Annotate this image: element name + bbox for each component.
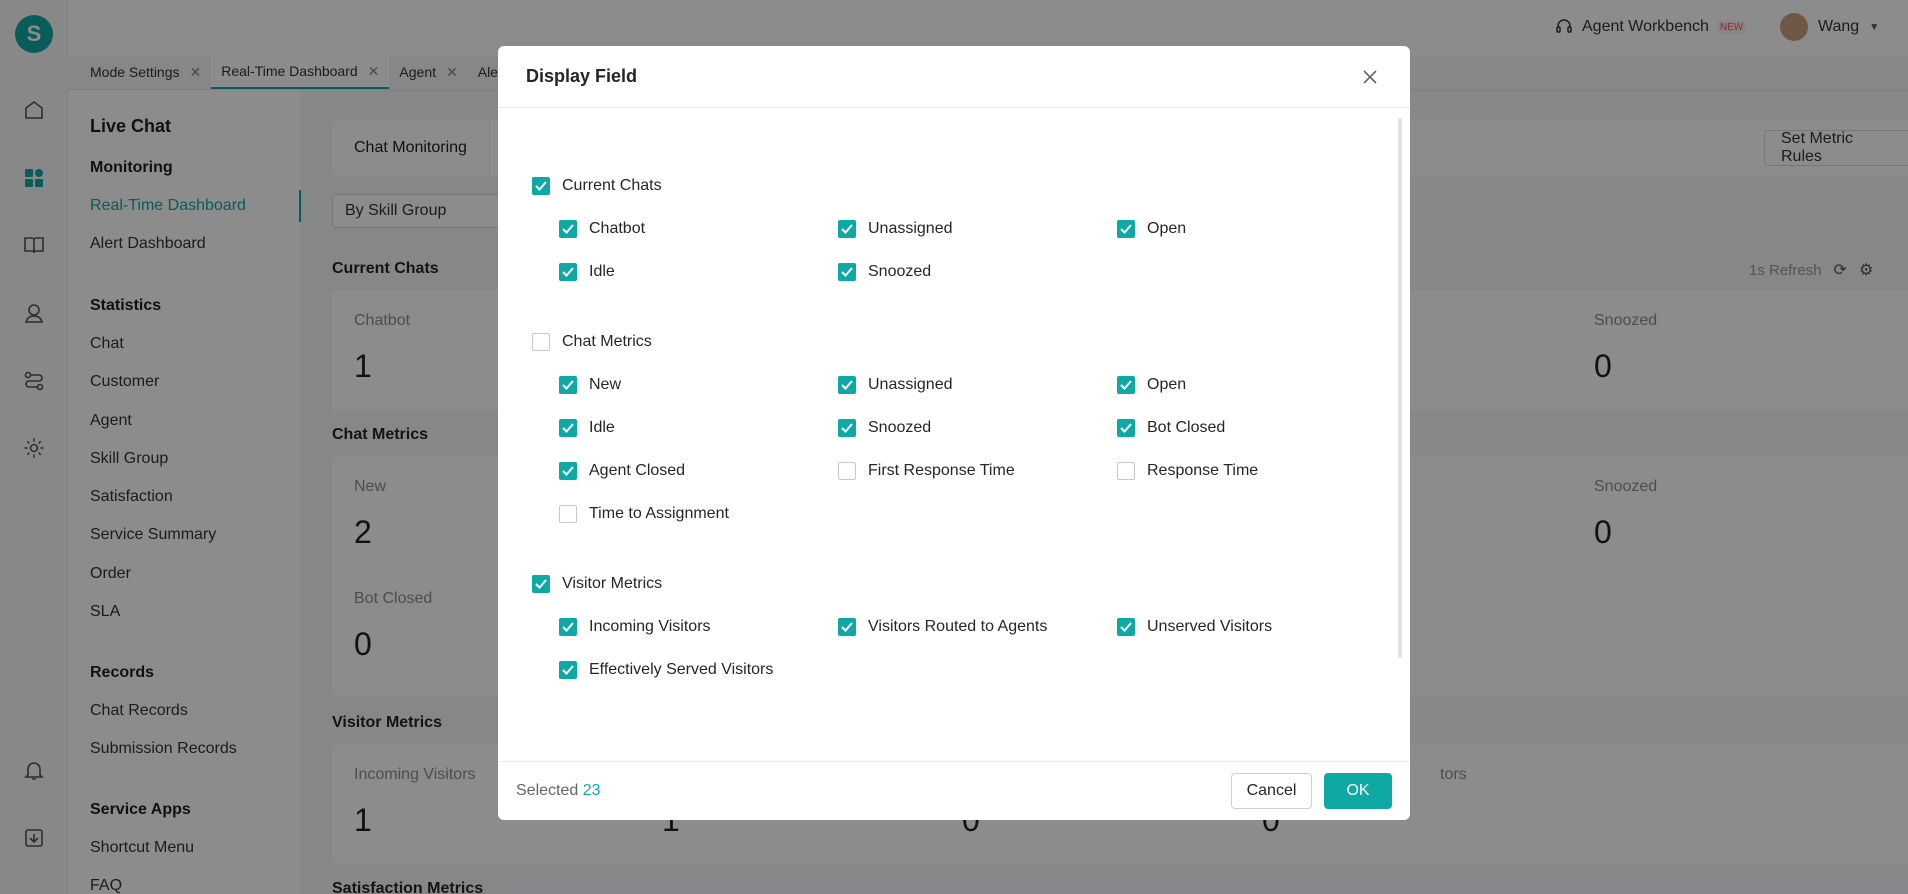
checkbox-label: Open — [1147, 376, 1187, 393]
checkbox-checked-icon[interactable] — [838, 220, 856, 238]
group-checkbox[interactable]: Visitor Metrics — [532, 575, 662, 593]
checkbox-checked-icon[interactable] — [838, 419, 856, 437]
checkbox-checked-icon[interactable] — [559, 462, 577, 480]
dialog-footer: Selected 23 Cancel OK — [498, 761, 1410, 820]
checkbox-label: Incoming Visitors — [589, 618, 711, 635]
dialog-body: Current Chats Chatbot Unassigned Open Idle Sn… — [498, 108, 1410, 730]
checkbox-label: Unassigned — [868, 376, 953, 393]
field-checkbox[interactable]: Effectively Served Visitors — [559, 661, 773, 679]
field-checkbox[interactable]: Snoozed — [838, 263, 931, 281]
field-checkbox[interactable]: Idle — [559, 263, 615, 281]
checkbox-checked-icon[interactable] — [559, 263, 577, 281]
checkbox-checked-icon[interactable] — [559, 661, 577, 679]
checkbox-checked-icon[interactable] — [838, 618, 856, 636]
ok-button[interactable]: OK — [1324, 773, 1392, 809]
field-checkbox[interactable]: First Response Time — [838, 462, 1015, 480]
field-checkbox[interactable]: Bot Closed — [1117, 419, 1225, 437]
checkbox-label: Time to Assignment — [589, 505, 729, 522]
checkbox-label: Response Time — [1147, 462, 1259, 479]
field-checkbox[interactable]: Unassigned — [838, 376, 953, 394]
field-checkbox[interactable]: Snoozed — [838, 419, 931, 437]
field-checkbox[interactable]: Agent Closed — [559, 462, 685, 480]
checkbox-label: First Response Time — [868, 462, 1015, 479]
checkbox-unchecked-icon[interactable] — [532, 333, 550, 351]
checkbox-label: Chatbot — [589, 220, 646, 237]
checkbox-label: Bot Closed — [1147, 419, 1226, 436]
checkbox-checked-icon[interactable] — [1117, 618, 1135, 636]
dialog-scrollbar[interactable] — [1398, 118, 1402, 658]
group-checkbox[interactable]: Current Chats — [532, 177, 662, 195]
checkbox-checked-icon[interactable] — [532, 177, 550, 195]
checkbox-unchecked-icon[interactable] — [838, 462, 856, 480]
checkbox-checked-icon[interactable] — [838, 376, 856, 394]
checkbox-label: Snoozed — [868, 263, 932, 280]
checkbox-checked-icon[interactable] — [838, 263, 856, 281]
field-checkbox[interactable]: Open — [1117, 376, 1186, 394]
checkbox-checked-icon[interactable] — [559, 419, 577, 437]
field-checkbox[interactable]: Visitors Routed to Agents — [838, 618, 1047, 636]
checkbox-label: Visitor Metrics — [562, 575, 663, 592]
checkbox-checked-icon[interactable] — [559, 618, 577, 636]
field-checkbox[interactable]: New — [559, 376, 621, 394]
field-checkbox[interactable]: Time to Assignment — [559, 505, 729, 523]
checkbox-unchecked-icon[interactable] — [559, 505, 577, 523]
checkbox-label: Current Chats — [562, 177, 662, 194]
cancel-button[interactable]: Cancel — [1231, 773, 1312, 809]
close-icon[interactable] — [1358, 65, 1382, 89]
checkbox-checked-icon[interactable] — [532, 575, 550, 593]
checkbox-label: Chat Metrics — [562, 333, 652, 350]
app-root: S Agent Workbench NEW Wang ▼ Mode Settin… — [0, 0, 1908, 894]
checkbox-label: Visitors Routed to Agents — [868, 618, 1048, 635]
checkbox-checked-icon[interactable] — [1117, 376, 1135, 394]
field-checkbox[interactable]: Idle — [559, 419, 615, 437]
checkbox-unchecked-icon[interactable] — [1117, 462, 1135, 480]
field-checkbox[interactable]: Chatbot — [559, 220, 645, 238]
field-checkbox[interactable]: Open — [1117, 220, 1186, 238]
checkbox-checked-icon[interactable] — [1117, 220, 1135, 238]
group-checkbox[interactable]: Chat Metrics — [532, 333, 652, 351]
field-checkbox[interactable]: Unserved Visitors — [1117, 618, 1272, 636]
checkbox-label: Idle — [589, 263, 615, 280]
dialog-title: Display Field — [526, 66, 638, 86]
field-checkbox[interactable]: Unassigned — [838, 220, 953, 238]
field-checkbox[interactable]: Response Time — [1117, 462, 1258, 480]
checkbox-checked-icon[interactable] — [1117, 419, 1135, 437]
field-checkbox[interactable]: Incoming Visitors — [559, 618, 711, 636]
checkbox-label: Effectively Served Visitors — [589, 661, 774, 678]
checkbox-label: Open — [1147, 220, 1187, 237]
dialog-header: Display Field — [498, 46, 1410, 108]
checkbox-checked-icon[interactable] — [559, 376, 577, 394]
checkbox-label: Unserved Visitors — [1147, 618, 1273, 635]
checkbox-label: Idle — [589, 419, 615, 436]
selected-count-text: Selected 23 — [516, 782, 601, 800]
checkbox-label: Snoozed — [868, 419, 932, 436]
checkbox-label: New — [589, 376, 622, 393]
selected-label: Selected — [516, 782, 579, 799]
display-field-dialog: Display Field Current Chats Chatbot Unassi… — [498, 46, 1410, 820]
checkbox-checked-icon[interactable] — [559, 220, 577, 238]
checkbox-label: Agent Closed — [589, 462, 686, 479]
selected-count: 23 — [582, 782, 601, 799]
checkbox-label: Unassigned — [868, 220, 953, 237]
